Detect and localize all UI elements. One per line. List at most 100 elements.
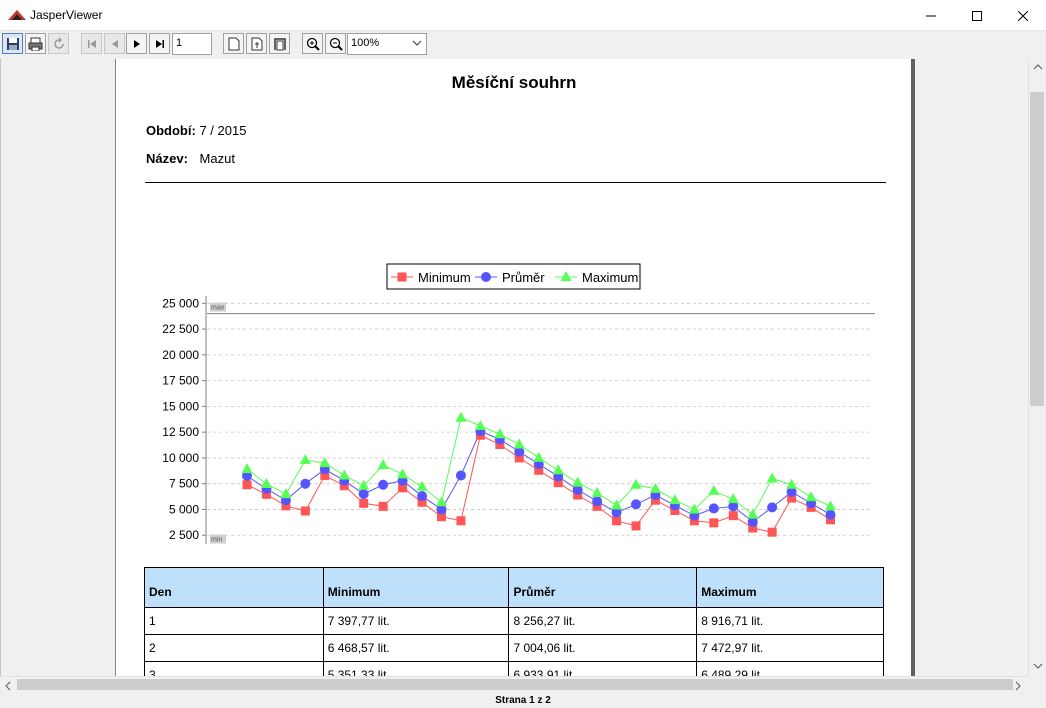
page-shadow bbox=[911, 59, 915, 676]
name-value: Mazut bbox=[199, 151, 235, 166]
print-icon bbox=[28, 37, 43, 51]
period-value: 7 / 2015 bbox=[199, 123, 247, 138]
data-point-minimum bbox=[767, 527, 777, 537]
data-point-minimum bbox=[456, 516, 466, 526]
next-page-button[interactable] bbox=[126, 33, 147, 54]
last-page-button[interactable] bbox=[149, 33, 170, 54]
data-point-maximum bbox=[260, 477, 272, 488]
zoom-in-icon bbox=[306, 37, 320, 51]
y-tick-label: 22 500 bbox=[162, 322, 199, 336]
data-point-průměr bbox=[455, 470, 466, 481]
data-point-průměr bbox=[300, 478, 311, 489]
first-page-button[interactable] bbox=[81, 33, 102, 54]
maximize-icon bbox=[972, 10, 982, 21]
data-point-průměr bbox=[358, 489, 369, 499]
scroll-up-icon[interactable] bbox=[1033, 63, 1043, 71]
column-header-day: Den bbox=[144, 567, 324, 608]
threshold-label-max: max bbox=[211, 305, 225, 312]
maximize-button[interactable] bbox=[954, 0, 1000, 31]
cell-minimum: 7 397,77 lit. bbox=[322, 607, 510, 635]
data-point-maximum bbox=[513, 438, 525, 449]
page-status: Strana 1 z 2 bbox=[0, 693, 1046, 708]
zoom-value: 100% bbox=[351, 37, 380, 49]
table-row: 2 6 468,57 lit. 7 004,06 lit. 7 472,97 l… bbox=[144, 634, 884, 662]
zoom-in-button[interactable] bbox=[302, 33, 323, 54]
legend-label: Maximum bbox=[582, 270, 638, 285]
data-point-průměr bbox=[767, 502, 778, 513]
data-point-maximum bbox=[572, 476, 584, 487]
legend-label: Průměr bbox=[502, 270, 545, 285]
data-point-maximum bbox=[377, 459, 389, 470]
scroll-right-icon[interactable] bbox=[1014, 681, 1022, 691]
close-button[interactable] bbox=[1000, 0, 1046, 31]
last-page-icon bbox=[155, 39, 164, 48]
data-point-minimum bbox=[612, 516, 622, 526]
data-point-maximum bbox=[455, 411, 467, 422]
legend-label: Minimum bbox=[418, 270, 471, 285]
report-page: Měsíční souhrn Období: 7 / 2015 Název: M… bbox=[115, 59, 911, 676]
cell-day: 1 bbox=[144, 607, 324, 635]
zoom-select[interactable]: 100% bbox=[347, 33, 427, 55]
data-point-průměr bbox=[417, 491, 428, 502]
zoom-out-button[interactable] bbox=[325, 33, 346, 54]
data-point-minimum bbox=[709, 518, 719, 528]
data-point-maximum bbox=[552, 464, 564, 475]
reload-button[interactable] bbox=[48, 33, 69, 54]
data-point-minimum bbox=[728, 511, 738, 521]
data-point-minimum bbox=[378, 501, 388, 511]
previous-page-button[interactable] bbox=[104, 33, 125, 54]
y-tick-label: 7 500 bbox=[169, 477, 199, 491]
data-point-maximum bbox=[533, 451, 545, 462]
save-icon bbox=[6, 37, 19, 50]
save-button[interactable] bbox=[2, 33, 23, 54]
column-header-maximum: Maximum bbox=[696, 567, 884, 608]
scroll-left-icon[interactable] bbox=[4, 681, 12, 691]
minimize-icon bbox=[926, 15, 936, 16]
fit-page-button[interactable] bbox=[246, 33, 267, 54]
fit-width-button[interactable] bbox=[269, 33, 290, 54]
close-icon bbox=[1018, 10, 1028, 21]
report-title: Měsíční souhrn bbox=[451, 73, 577, 92]
actual-size-button[interactable] bbox=[223, 33, 244, 54]
scroll-down-icon[interactable] bbox=[1033, 662, 1043, 670]
data-point-průměr bbox=[378, 479, 389, 490]
daily-table: Den Minimum Průměr Maximum 1 7 397,77 li… bbox=[144, 567, 884, 676]
horizontal-scroll-thumb[interactable] bbox=[17, 679, 1013, 690]
column-header-average: Průměr bbox=[508, 567, 698, 608]
data-point-maximum bbox=[805, 491, 817, 502]
cell-maximum: 6 489,29 lit. bbox=[696, 661, 884, 676]
y-tick-label: 10 000 bbox=[162, 451, 199, 465]
zoom-out-icon bbox=[329, 37, 343, 51]
cell-day: 3 bbox=[144, 661, 324, 676]
legend-marker-minimum bbox=[397, 272, 407, 282]
title-bar: JasperViewer bbox=[0, 0, 1046, 31]
report-viewport[interactable]: Měsíční souhrn Období: 7 / 2015 Název: M… bbox=[0, 58, 1028, 676]
name-label: Název: bbox=[146, 151, 188, 166]
data-point-průměr bbox=[825, 509, 836, 520]
data-point-maximum bbox=[299, 453, 311, 464]
y-tick-label: 15 000 bbox=[162, 399, 199, 413]
threshold-label-min: min bbox=[211, 537, 222, 544]
data-point-maximum bbox=[747, 508, 759, 519]
data-point-maximum bbox=[766, 472, 778, 483]
jasper-logo-icon bbox=[8, 10, 26, 20]
vertical-scroll-thumb[interactable] bbox=[1030, 92, 1044, 406]
page-number-input[interactable]: 1 bbox=[172, 33, 212, 55]
data-point-maximum bbox=[708, 484, 720, 495]
print-button[interactable] bbox=[25, 33, 46, 54]
table-header-row: Den Minimum Průměr Maximum bbox=[144, 567, 884, 608]
data-point-minimum bbox=[300, 506, 310, 516]
y-tick-label: 25 000 bbox=[162, 296, 199, 310]
column-header-minimum: Minimum bbox=[322, 567, 510, 608]
data-point-maximum bbox=[727, 493, 739, 504]
data-point-minimum bbox=[631, 521, 641, 531]
y-tick-label: 12 500 bbox=[162, 425, 199, 439]
cell-minimum: 6 468,57 lit. bbox=[322, 634, 510, 662]
y-tick-label: 20 000 bbox=[162, 348, 199, 362]
toolbar: 1 100% bbox=[0, 31, 1046, 58]
table-row: 3 5 351,33 lit. 6 933,91 lit. 6 489,29 l… bbox=[144, 661, 884, 676]
minimize-button[interactable] bbox=[908, 0, 954, 31]
cell-maximum: 7 472,97 lit. bbox=[696, 634, 884, 662]
data-point-maximum bbox=[436, 496, 447, 507]
y-tick-label: 5 000 bbox=[169, 502, 199, 516]
